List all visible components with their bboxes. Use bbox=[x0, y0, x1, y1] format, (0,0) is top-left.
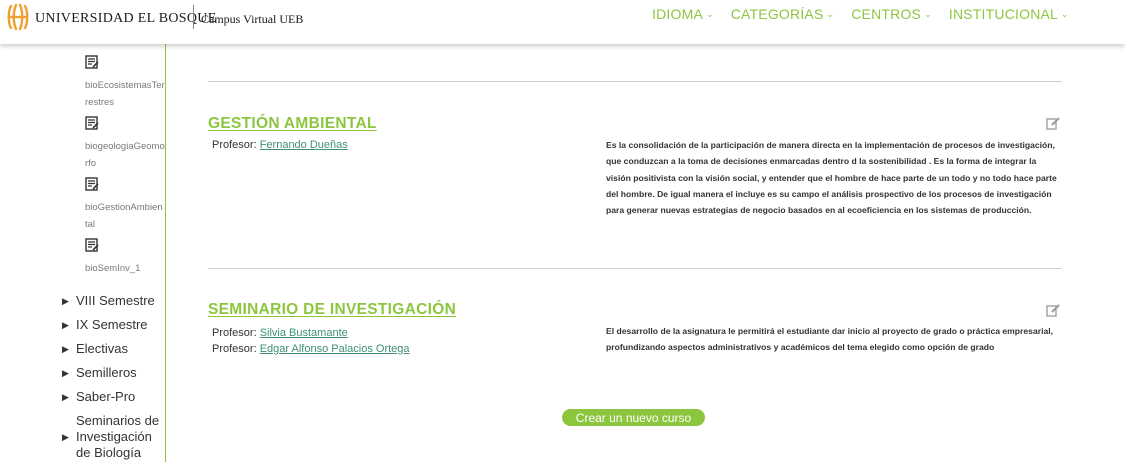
expand-triangle-icon: ▶ bbox=[62, 368, 69, 378]
edit-icon[interactable] bbox=[1046, 116, 1060, 130]
document-icon bbox=[85, 116, 99, 130]
nav-institucional[interactable]: INSTITUCIONAL ⌄ bbox=[949, 6, 1069, 22]
divider bbox=[208, 81, 1062, 82]
tree-folder-seminarios[interactable]: ▶ Seminarios de Investigación de Biologí… bbox=[62, 413, 165, 461]
nav-categorias[interactable]: CATEGORÍAS ⌄ bbox=[731, 6, 835, 22]
folder-label: Seminarios de Investigación de Biología bbox=[76, 413, 160, 460]
teacher-row: Profesor: Edgar Alfonso Palacios Ortega bbox=[212, 341, 410, 357]
nav-idioma[interactable]: IDIOMA ⌄ bbox=[652, 6, 714, 22]
expand-triangle-icon: ▶ bbox=[62, 432, 69, 442]
tree-folder-saber-pro[interactable]: ▶ Saber-Pro bbox=[62, 389, 165, 405]
teacher-role: Profesor: bbox=[212, 139, 257, 151]
chevron-down-icon: ⌄ bbox=[924, 9, 932, 19]
folder-label: Electivas bbox=[76, 341, 129, 356]
nav-label: CENTROS bbox=[851, 6, 922, 22]
teacher-link[interactable]: Fernando Dueñas bbox=[260, 139, 348, 151]
tree-folder-semilleros[interactable]: ▶ Semilleros bbox=[62, 365, 165, 381]
nav-label: INSTITUCIONAL bbox=[948, 6, 1059, 22]
folder-label: Saber-Pro bbox=[76, 389, 136, 404]
expand-triangle-icon: ▶ bbox=[62, 392, 69, 402]
folder-label: Semilleros bbox=[76, 365, 137, 380]
expand-triangle-icon: ▶ bbox=[62, 344, 69, 354]
university-logo-icon[interactable] bbox=[7, 3, 29, 31]
teacher-link[interactable]: Edgar Alfonso Palacios Ortega bbox=[260, 343, 410, 355]
expand-triangle-icon: ▶ bbox=[62, 296, 69, 306]
tree-folder-viii-semestre[interactable]: ▶ VIII Semestre bbox=[62, 293, 165, 309]
document-icon bbox=[85, 177, 99, 191]
teacher-row: Profesor: Silvia Bustamante bbox=[212, 325, 410, 341]
course-title-link[interactable]: SEMINARIO DE INVESTIGACIÓN bbox=[208, 301, 456, 319]
teacher-role: Profesor: bbox=[212, 343, 257, 355]
nav-label: CATEGORÍAS bbox=[730, 6, 824, 22]
course-summary: Es la consolidación de la participación … bbox=[606, 140, 1057, 216]
expand-triangle-icon: ▶ bbox=[62, 320, 69, 330]
document-label: bioSemInv_1 bbox=[85, 263, 141, 274]
chevron-down-icon: ⌄ bbox=[705, 9, 714, 19]
nav-label: IDIOMA bbox=[652, 6, 703, 22]
tree-folder-ix-semestre[interactable]: ▶ IX Semestre bbox=[62, 317, 165, 333]
course-teachers: Profesor: Silvia Bustamante Profesor: Ed… bbox=[212, 325, 410, 357]
course-title-link[interactable]: GESTIÓN AMBIENTAL bbox=[208, 115, 377, 133]
document-icon bbox=[85, 55, 99, 69]
teacher-role: Profesor: bbox=[212, 327, 257, 339]
campus-label[interactable]: Campus Virtual UEB bbox=[201, 12, 303, 27]
new-course-button[interactable]: Crear un nuevo curso bbox=[562, 409, 705, 426]
main-nav: IDIOMA ⌄ CATEGORÍAS ⌄ CENTROS ⌄ INSTITUCION… bbox=[652, 6, 1069, 22]
chevron-down-icon: ⌄ bbox=[1061, 9, 1069, 19]
document-icon bbox=[85, 238, 99, 252]
category-tree-sidebar: bioEcosistemasTerrestres biogeologiaGeom… bbox=[0, 44, 166, 462]
tree-folder-electivas[interactable]: ▶ Electivas bbox=[62, 341, 165, 357]
teacher-row: Profesor: Fernando Dueñas bbox=[212, 137, 348, 153]
tree-document-item[interactable]: bioSemInv_1 bbox=[85, 238, 165, 277]
tree-document-item[interactable]: bioEcosistemasTerrestres bbox=[85, 55, 165, 111]
document-label: bioEcosistemasTerrestres bbox=[85, 80, 165, 108]
course-summary: El desarrollo de la asignatura le permit… bbox=[606, 326, 1054, 353]
teacher-link[interactable]: Silvia Bustamante bbox=[260, 327, 348, 339]
tree-document-item[interactable]: biogeologiaGeomorfo bbox=[85, 116, 165, 172]
brand-divider bbox=[193, 5, 194, 29]
chevron-down-icon: ⌄ bbox=[826, 9, 835, 19]
divider bbox=[208, 268, 1062, 269]
course-teachers: Profesor: Fernando Dueñas bbox=[212, 137, 348, 153]
folder-label: IX Semestre bbox=[76, 317, 148, 332]
document-label: biogeologiaGeomorfo bbox=[85, 141, 165, 169]
edit-icon[interactable] bbox=[1046, 303, 1060, 317]
nav-centros[interactable]: CENTROS ⌄ bbox=[851, 6, 932, 22]
top-navbar: UNIVERSIDAD EL BOSQUE Campus Virtual UEB… bbox=[0, 0, 1125, 44]
tree-document-item[interactable]: bioGestionAmbiental bbox=[85, 177, 165, 233]
document-label: bioGestionAmbiental bbox=[85, 202, 163, 230]
folder-label: VIII Semestre bbox=[76, 293, 155, 308]
brand-name[interactable]: UNIVERSIDAD EL BOSQUE bbox=[35, 11, 217, 27]
